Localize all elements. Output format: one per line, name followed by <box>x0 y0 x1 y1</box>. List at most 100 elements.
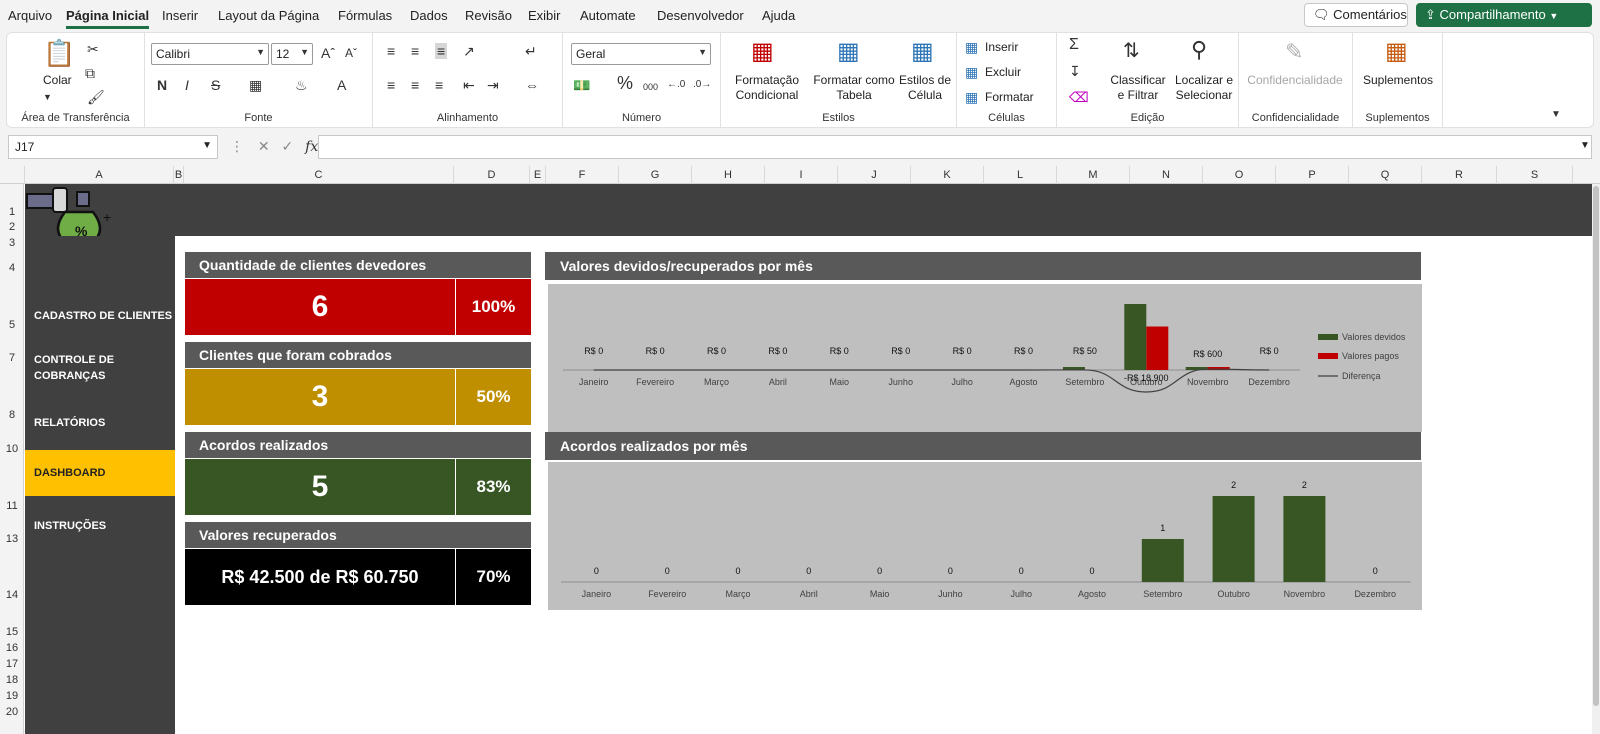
column-header[interactable]: G <box>619 166 692 184</box>
sidebar-item-relatorios[interactable]: RELATÓRIOS <box>25 415 175 431</box>
row-header[interactable]: 2 <box>0 221 24 233</box>
addins-icon[interactable]: ▦ <box>1385 39 1408 65</box>
delete-cells-icon[interactable]: ▦ <box>965 64 978 80</box>
row-header[interactable]: 11 <box>0 500 24 512</box>
row-header[interactable]: 16 <box>0 642 24 654</box>
confirm-icon[interactable]: ✓ <box>282 138 294 154</box>
cell-styles-icon[interactable]: ▦ <box>911 39 934 65</box>
format-cells-button[interactable]: Formatar <box>985 90 1034 105</box>
column-header[interactable]: P <box>1276 166 1349 184</box>
comments-button[interactable]: 🗨 Comentários <box>1304 3 1408 27</box>
delete-cells-button[interactable]: Excluir <box>985 65 1021 80</box>
align-top-icon[interactable]: ≡ <box>387 43 395 59</box>
name-box[interactable]: J17 ▼ <box>8 135 218 159</box>
format-as-table-button[interactable]: Formatar como Tabela <box>809 73 899 103</box>
column-header[interactable]: F <box>546 166 619 184</box>
clear-icon[interactable]: ⌫ <box>1069 89 1089 105</box>
tab-automate[interactable]: Automate <box>580 8 636 23</box>
select-all-corner[interactable] <box>0 166 25 184</box>
decrease-indent-icon[interactable]: ⇤ <box>463 77 475 93</box>
row-header[interactable]: 5 <box>0 319 24 331</box>
copy-icon[interactable]: ⧉ <box>85 65 95 81</box>
sidebar-item-controle-de-cobrancas[interactable]: CONTROLE DE COBRANÇAS <box>25 352 145 384</box>
row-header[interactable]: 3 <box>0 237 24 249</box>
row-header[interactable]: 20 <box>0 706 24 718</box>
expand-formula-icon[interactable]: ▼ <box>1580 140 1590 151</box>
italic-button[interactable]: I <box>185 77 189 93</box>
insert-cells-button[interactable]: Inserir <box>985 40 1018 55</box>
tab-formulas[interactable]: Fórmulas <box>338 8 392 23</box>
column-header[interactable]: S <box>1497 166 1573 184</box>
column-header[interactable]: Q <box>1349 166 1422 184</box>
format-painter-icon[interactable]: 🖌 <box>87 89 105 105</box>
row-header[interactable]: 17 <box>0 658 24 670</box>
borders-icon[interactable]: ▦ <box>249 77 262 93</box>
align-bottom-icon[interactable]: ≡ <box>435 43 448 59</box>
decrease-decimal-icon[interactable]: .0→ <box>693 77 711 93</box>
column-header[interactable]: B <box>174 166 184 184</box>
tab-pagina-inicial[interactable]: Página Inicial <box>66 8 150 29</box>
column-header[interactable]: K <box>911 166 984 184</box>
search-icon[interactable]: ⚲ <box>1191 37 1207 63</box>
fill-icon[interactable]: ↧ <box>1069 63 1081 79</box>
row-header[interactable]: 18 <box>0 674 24 686</box>
column-header[interactable]: L <box>984 166 1057 184</box>
thousands-button[interactable]: 000 <box>643 79 658 95</box>
insert-function-button[interactable]: fx <box>305 139 318 155</box>
cell-styles-button[interactable]: Estilos de Célula <box>897 73 953 103</box>
increase-decimal-icon[interactable]: ←.0 <box>667 77 685 93</box>
autosum-icon[interactable]: Σ <box>1069 37 1079 53</box>
tab-revisao[interactable]: Revisão <box>465 8 512 23</box>
increase-indent-icon[interactable]: ⇥ <box>487 77 499 93</box>
tab-layout-da-pagina[interactable]: Layout da Página <box>218 8 319 23</box>
align-center-icon[interactable]: ≡ <box>411 77 419 93</box>
align-left-icon[interactable]: ≡ <box>387 77 395 93</box>
format-cells-icon[interactable]: ▦ <box>965 89 978 105</box>
cancel-icon[interactable]: ✕ <box>258 138 270 154</box>
align-middle-icon[interactable]: ≡ <box>411 43 419 59</box>
row-header[interactable]: 13 <box>0 533 24 545</box>
column-header[interactable]: A <box>25 166 174 184</box>
cut-icon[interactable]: ✂ <box>87 41 99 57</box>
paste-icon[interactable]: 📋 <box>43 39 75 67</box>
row-header[interactable]: 4 <box>0 262 24 274</box>
column-header[interactable]: D <box>454 166 530 184</box>
align-right-icon[interactable]: ≡ <box>435 77 443 93</box>
tab-ajuda[interactable]: Ajuda <box>762 8 795 23</box>
tab-inserir[interactable]: Inserir <box>162 8 198 23</box>
find-select-button[interactable]: Localizar e Selecionar <box>1171 73 1237 103</box>
column-header[interactable]: J <box>838 166 911 184</box>
currency-icon[interactable]: 💵 <box>573 77 590 93</box>
sidebar-item-cadastro-de-clientes[interactable]: CADASTRO DE CLIENTES <box>25 308 175 324</box>
column-header[interactable]: N <box>1130 166 1203 184</box>
bold-button[interactable]: N <box>157 77 167 93</box>
strikethrough-button[interactable]: S <box>211 77 220 93</box>
formula-input[interactable] <box>318 135 1592 159</box>
sort-filter-icon[interactable]: ⇅ <box>1123 39 1140 63</box>
column-header[interactable]: I <box>765 166 838 184</box>
row-header[interactable]: 15 <box>0 626 24 638</box>
tab-exibir[interactable]: Exibir <box>528 8 561 23</box>
font-color-icon[interactable]: A <box>337 77 346 93</box>
row-header[interactable]: 10 <box>0 443 24 455</box>
sort-filter-button[interactable]: Classificar e Filtrar <box>1105 73 1171 103</box>
addins-button[interactable]: Suplementos <box>1353 73 1443 88</box>
row-header[interactable]: 14 <box>0 589 24 601</box>
scrollbar-thumb[interactable] <box>1593 186 1599 706</box>
font-shrink-icon[interactable]: Aˇ <box>345 45 357 61</box>
vertical-scrollbar[interactable] <box>1592 184 1600 734</box>
tab-arquivo[interactable]: Arquivo <box>8 8 52 23</box>
row-header[interactable]: 8 <box>0 409 24 421</box>
percent-button[interactable]: % <box>617 74 633 92</box>
share-button[interactable]: ⇪ Compartilhamento ▼ <box>1416 3 1592 27</box>
font-grow-icon[interactable]: Aˆ <box>321 45 335 61</box>
column-header[interactable]: M <box>1057 166 1130 184</box>
tab-desenvolvedor[interactable]: Desenvolvedor <box>657 8 744 23</box>
font-name-select[interactable]: Calibri ▼ <box>151 43 269 65</box>
orientation-icon[interactable]: ↗ <box>463 43 475 59</box>
conditional-formatting-button[interactable]: Formatação Condicional <box>725 73 809 103</box>
collapse-ribbon-icon[interactable]: ▼ <box>1551 107 1561 123</box>
column-header[interactable]: C <box>184 166 454 184</box>
paste-button[interactable]: Colar <box>43 73 72 88</box>
format-as-table-icon[interactable]: ▦ <box>837 39 860 65</box>
